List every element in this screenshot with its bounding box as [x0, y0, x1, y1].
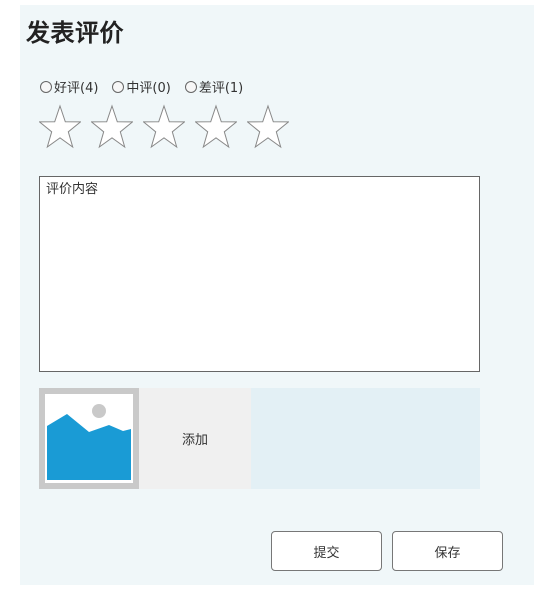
star-2-icon[interactable]	[91, 101, 133, 153]
star-rating	[39, 101, 289, 153]
radio-neutral-label: 中评(0)	[126, 81, 171, 96]
image-placeholder-icon	[45, 394, 133, 483]
rating-options: 好评(4) 中评(0) 差评(1)	[40, 77, 243, 96]
image-thumbnail[interactable]	[39, 388, 139, 489]
radio-circle-icon[interactable]	[184, 80, 197, 93]
star-5-icon[interactable]	[247, 101, 289, 153]
radio-circle-icon[interactable]	[40, 80, 52, 93]
radio-bad-label: 差评(1)	[198, 81, 244, 96]
radio-good-review[interactable]: 好评(4)	[40, 77, 98, 96]
add-image-label: 添加	[181, 433, 208, 448]
image-upload-area: 添加	[39, 388, 480, 489]
review-content-input[interactable]	[40, 177, 479, 371]
review-panel: 发表评价 好评(4) 中评(0) 差评(1) 评价内容 添加 提交 保存	[20, 5, 534, 585]
radio-neutral-review[interactable]: 中评(0)	[112, 77, 171, 96]
star-4-icon[interactable]	[195, 101, 237, 153]
review-content-box	[39, 176, 480, 372]
save-button[interactable]: 保存	[392, 531, 503, 571]
star-3-icon[interactable]	[143, 101, 185, 153]
add-image-button[interactable]: 添加	[139, 388, 251, 489]
radio-circle-icon[interactable]	[112, 80, 125, 93]
radio-good-label: 好评(4)	[54, 81, 99, 96]
radio-bad-review[interactable]: 差评(1)	[184, 77, 244, 96]
submit-button[interactable]: 提交	[271, 531, 382, 571]
page-title: 发表评价	[26, 19, 124, 47]
star-1-icon[interactable]	[39, 101, 81, 153]
